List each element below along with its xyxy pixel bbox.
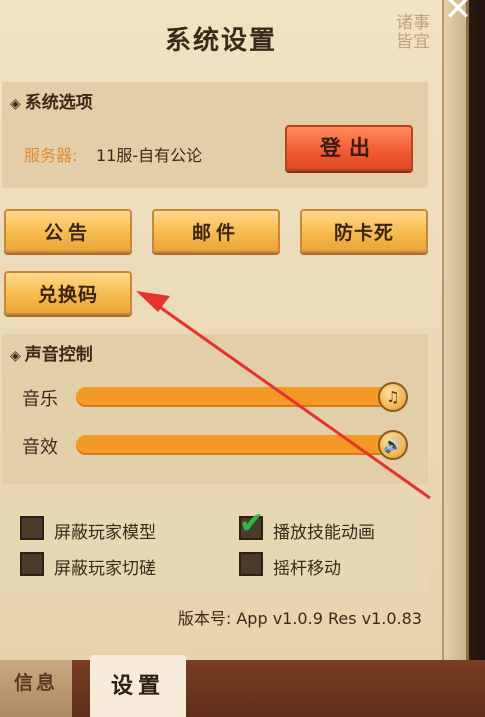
sound-control-label: 声音控制 [24, 345, 93, 365]
settings-panel: 系统设置 诸事 皆宜 ◈ 系统选项 服务器: 11服-自有公论 登出 公告 邮件 … [0, 0, 444, 660]
music-note-icon[interactable]: ♫ [378, 382, 408, 412]
notice-button[interactable]: 公告 [4, 209, 132, 253]
diamond-icon: ◈ [10, 348, 21, 364]
system-options-title: ◈ 系统选项 [10, 88, 93, 113]
page-title: 系统设置 [164, 26, 277, 56]
sound-control-section: ◈ 声音控制 [2, 334, 428, 484]
server-label: 服务器: [24, 146, 78, 165]
close-icon[interactable]: ✕ [440, 0, 476, 28]
play-skill-animation-checkbox[interactable]: ✔ [239, 506, 264, 541]
diamond-icon: ◈ [10, 96, 21, 112]
version-text: 版本号: App v1.0.9 Res v1.0.83 [177, 609, 422, 628]
speaker-icon[interactable]: 🔊 [378, 430, 408, 460]
side-panel-edge [440, 0, 485, 660]
joystick-move-checkbox[interactable] [239, 552, 263, 576]
sfx-label: 音效 [22, 437, 58, 458]
system-options-label: 系统选项 [24, 93, 93, 113]
sfx-slider[interactable] [76, 435, 398, 455]
hide-player-duel-checkbox[interactable] [20, 552, 44, 576]
hide-player-models-checkbox[interactable] [20, 516, 44, 540]
anti-stuck-button[interactable]: 防卡死 [300, 209, 428, 253]
redeem-code-button[interactable]: 兑换码 [4, 271, 132, 315]
mail-button[interactable]: 邮件 [152, 209, 280, 253]
joystick-move-label: 摇杆移动 [273, 559, 341, 579]
display-options-section [2, 500, 428, 593]
play-skill-animation-label: 播放技能动画 [273, 523, 375, 543]
tab-info[interactable]: 信息 [0, 660, 72, 717]
logout-button[interactable]: 登出 [285, 125, 413, 171]
decorative-seal: 诸事 皆宜 [396, 13, 430, 52]
checkmark-icon: ✔ [239, 506, 265, 541]
tab-settings[interactable]: 设置 [90, 655, 186, 717]
music-label: 音乐 [22, 389, 58, 410]
bottom-tab-bar [0, 660, 485, 717]
sound-control-title: ◈ 声音控制 [10, 340, 93, 365]
hide-player-duel-label: 屏蔽玩家切磋 [54, 559, 156, 579]
music-slider[interactable] [76, 387, 398, 407]
hide-player-models-label: 屏蔽玩家模型 [54, 523, 156, 543]
server-value: 11服-自有公论 [96, 146, 203, 165]
